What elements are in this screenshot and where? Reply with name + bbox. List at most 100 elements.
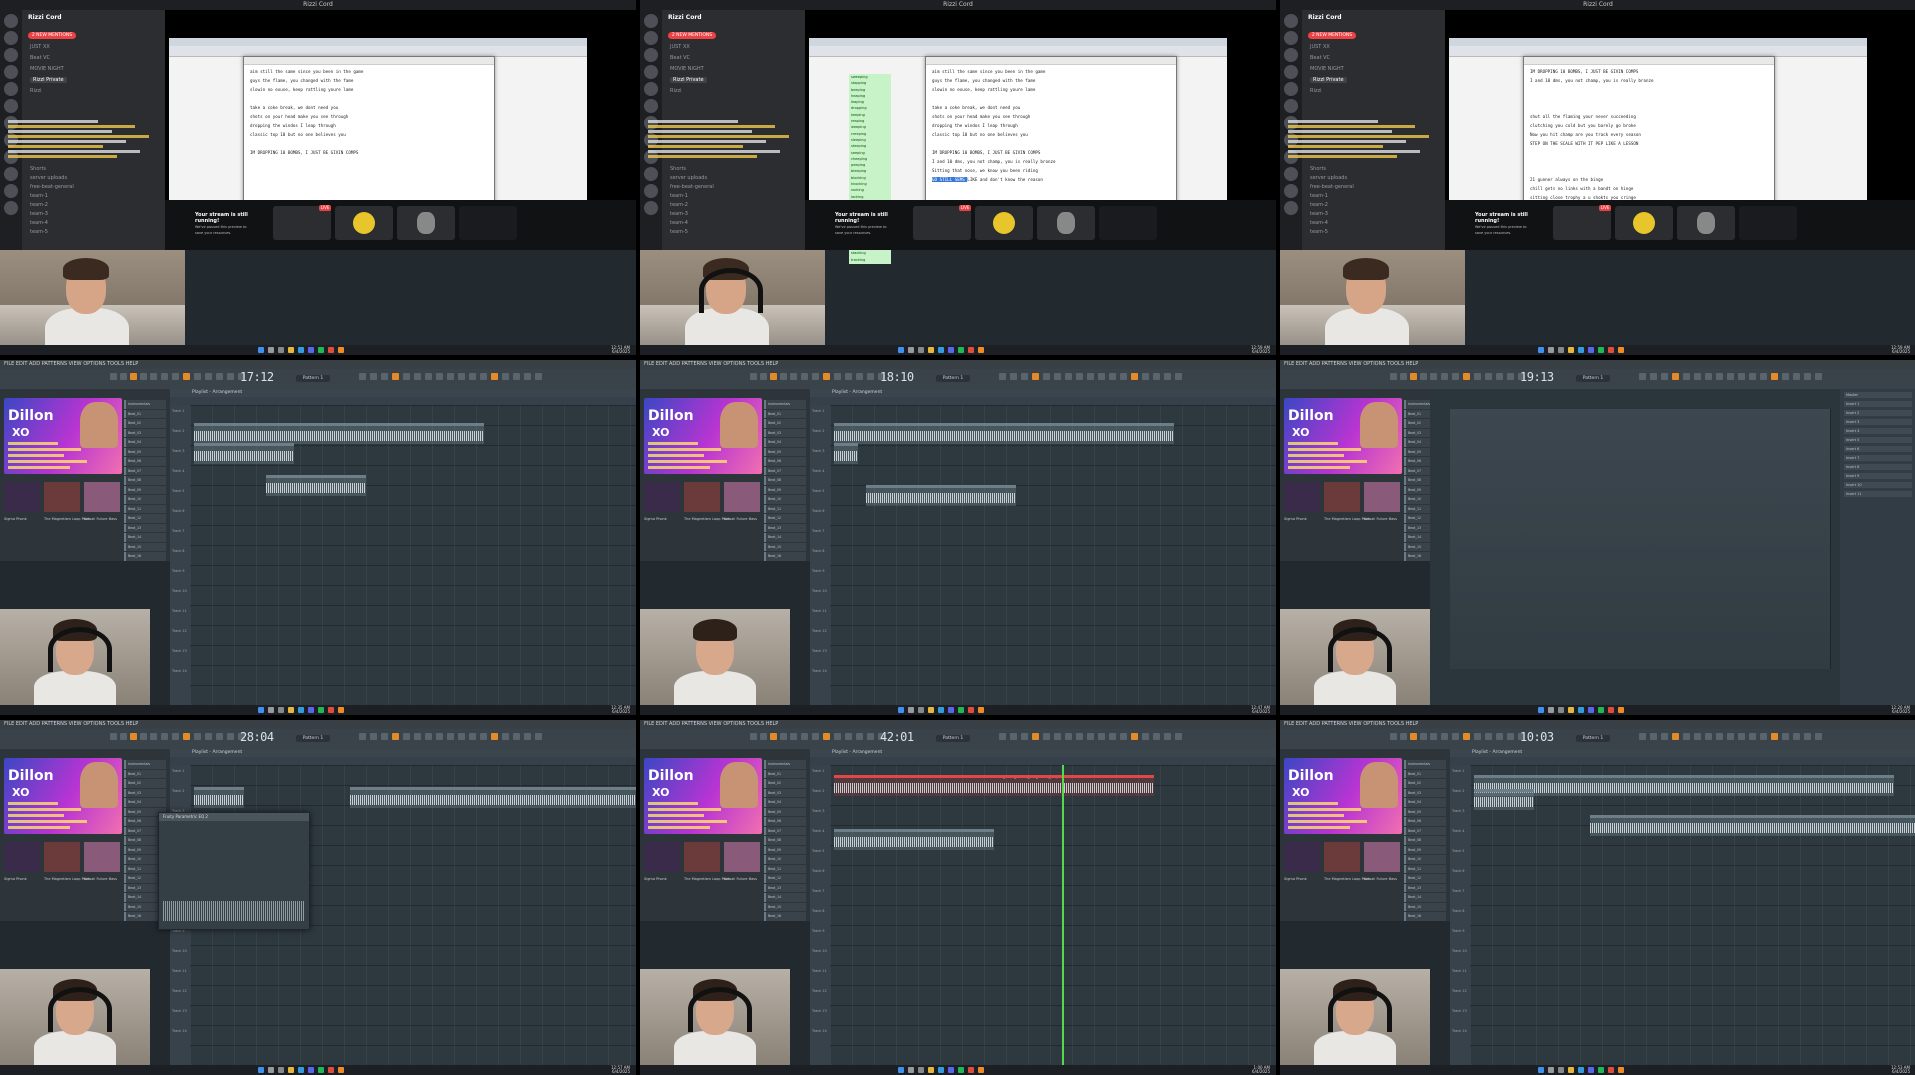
channel-item[interactable]: server uploads bbox=[30, 175, 67, 181]
stop-button[interactable] bbox=[1400, 733, 1407, 740]
toolbar-button[interactable] bbox=[845, 733, 852, 740]
stop-button[interactable] bbox=[120, 733, 127, 740]
audio-clip[interactable] bbox=[1474, 789, 1534, 810]
channel-item[interactable]: team-1 bbox=[670, 193, 688, 199]
file-explorer-icon[interactable] bbox=[1568, 347, 1574, 353]
track-label[interactable]: Track 10 bbox=[1452, 949, 1467, 953]
channel-item[interactable]: team-5 bbox=[670, 229, 688, 235]
toolbar-button[interactable] bbox=[1452, 373, 1459, 380]
browser-file[interactable]: Instrumentals bbox=[764, 400, 806, 409]
track-label[interactable]: Track 13 bbox=[812, 649, 827, 653]
browser-file[interactable]: Beat_08 bbox=[124, 476, 166, 485]
channel-item[interactable]: MOVIE NIGHT bbox=[30, 66, 64, 72]
sample-pack-cover[interactable]: Kawaii Future Bass bbox=[84, 482, 120, 521]
track-label[interactable]: Track 4 bbox=[812, 829, 825, 833]
browser-file[interactable]: Beat_07 bbox=[764, 826, 806, 835]
toolbar-button[interactable] bbox=[790, 373, 797, 380]
toolbar-button[interactable] bbox=[1782, 733, 1789, 740]
browser-file[interactable]: Beat_10 bbox=[124, 495, 166, 504]
record-button[interactable] bbox=[770, 733, 777, 740]
file-explorer-icon[interactable] bbox=[288, 707, 294, 713]
track-label[interactable]: Track 13 bbox=[172, 1009, 187, 1013]
channel-item[interactable]: team-3 bbox=[30, 211, 48, 217]
fl-studio-icon[interactable] bbox=[1618, 1067, 1624, 1073]
track-label[interactable]: Track 4 bbox=[812, 469, 825, 473]
toolbar-button[interactable] bbox=[1727, 373, 1734, 380]
toolbar-button[interactable] bbox=[1738, 733, 1745, 740]
toolbar-button[interactable] bbox=[1639, 733, 1646, 740]
fl-studio-icon[interactable] bbox=[338, 1067, 344, 1073]
play-button[interactable] bbox=[1390, 373, 1397, 380]
browser-file[interactable]: Beat_10 bbox=[764, 495, 806, 504]
toolbar-button[interactable] bbox=[535, 733, 542, 740]
play-button[interactable] bbox=[750, 733, 757, 740]
discord-icon[interactable] bbox=[308, 707, 314, 713]
play-button[interactable] bbox=[110, 373, 117, 380]
record-button[interactable] bbox=[130, 733, 137, 740]
toolbar-button[interactable] bbox=[1639, 373, 1646, 380]
toolbar-button[interactable] bbox=[1142, 373, 1149, 380]
chrome-icon[interactable] bbox=[968, 1067, 974, 1073]
fl-studio-icon[interactable] bbox=[978, 707, 984, 713]
track-label[interactable]: Track 1 bbox=[1452, 769, 1465, 773]
new-mentions-badge[interactable]: 2 NEW MENTIONS bbox=[28, 32, 76, 39]
stop-button[interactable] bbox=[760, 373, 767, 380]
browser-file[interactable]: Beat_06 bbox=[764, 457, 806, 466]
toolbar-button[interactable] bbox=[1507, 733, 1514, 740]
sample-pack-cover[interactable]: The Magnetism Loop Pack bbox=[684, 842, 730, 881]
toolbar-button[interactable] bbox=[513, 733, 520, 740]
toolbar-button[interactable] bbox=[1463, 373, 1470, 380]
track-label[interactable]: Track 6 bbox=[812, 869, 825, 873]
toolbar-button[interactable] bbox=[1153, 733, 1160, 740]
track-label[interactable]: Track 9 bbox=[172, 569, 185, 573]
browser-file[interactable]: Beat_11 bbox=[124, 504, 166, 513]
browser-file[interactable]: Beat_02 bbox=[124, 779, 166, 788]
sample-pack-cover[interactable]: Kawaii Future Bass bbox=[724, 842, 760, 881]
fl-studio-icon[interactable] bbox=[978, 1067, 984, 1073]
channel-item[interactable]: team-1 bbox=[30, 193, 48, 199]
toolbar-button[interactable] bbox=[1109, 733, 1116, 740]
browser-file[interactable]: Beat_15 bbox=[1404, 902, 1446, 911]
stream-thumbnail[interactable]: LIVE bbox=[913, 205, 971, 240]
browser-file[interactable]: Instrumentals bbox=[124, 760, 166, 769]
search-icon[interactable] bbox=[908, 707, 914, 713]
windows-start-icon[interactable] bbox=[898, 707, 904, 713]
toolbar-button[interactable] bbox=[447, 373, 454, 380]
audio-clip[interactable] bbox=[834, 423, 1174, 444]
mixer-slot[interactable]: Insert 7 bbox=[1844, 455, 1912, 461]
toolbar-button[interactable] bbox=[1010, 373, 1017, 380]
edge-browser-icon[interactable] bbox=[938, 347, 944, 353]
toolbar-button[interactable] bbox=[1771, 733, 1778, 740]
toolbar-button[interactable] bbox=[1474, 373, 1481, 380]
toolbar-button[interactable] bbox=[856, 373, 863, 380]
stop-button[interactable] bbox=[1400, 373, 1407, 380]
chrome-icon[interactable] bbox=[1608, 707, 1614, 713]
track-label[interactable]: Track 10 bbox=[172, 589, 187, 593]
pattern-selector[interactable]: Pattern 1 bbox=[936, 375, 970, 382]
toolbar-button[interactable] bbox=[1683, 373, 1690, 380]
track-label[interactable]: Track 12 bbox=[172, 989, 187, 993]
toolbar-button[interactable] bbox=[1010, 733, 1017, 740]
sample-pack-cover[interactable]: Kawaii Future Bass bbox=[724, 482, 760, 521]
toolbar-button[interactable] bbox=[1507, 373, 1514, 380]
browser-file[interactable]: Beat_12 bbox=[764, 874, 806, 883]
pattern-selector[interactable]: Pattern 1 bbox=[936, 735, 970, 742]
toolbar-button[interactable] bbox=[392, 733, 399, 740]
toolbar-button[interactable] bbox=[524, 373, 531, 380]
browser-file[interactable]: Beat_04 bbox=[124, 438, 166, 447]
browser-file[interactable]: Beat_09 bbox=[1404, 845, 1446, 854]
file-explorer-icon[interactable] bbox=[288, 1067, 294, 1073]
menu-items[interactable]: FILE EDIT ADD PATTERNS VIEW OPTIONS TOOL… bbox=[4, 361, 138, 367]
audio-clip[interactable] bbox=[350, 787, 636, 808]
spotify-icon[interactable] bbox=[958, 347, 964, 353]
audio-clip[interactable] bbox=[194, 423, 484, 444]
track-label[interactable]: Track 11 bbox=[172, 609, 187, 613]
browser-file[interactable]: Beat_14 bbox=[764, 893, 806, 902]
chrome-icon[interactable] bbox=[328, 707, 334, 713]
channel-item[interactable]: server uploads bbox=[670, 175, 707, 181]
task-view-icon[interactable] bbox=[918, 707, 924, 713]
browser-file[interactable]: Beat_05 bbox=[764, 807, 806, 816]
toolbar-button[interactable] bbox=[1496, 733, 1503, 740]
toolbar-button[interactable] bbox=[1661, 733, 1668, 740]
browser-file[interactable]: Beat_08 bbox=[1404, 836, 1446, 845]
